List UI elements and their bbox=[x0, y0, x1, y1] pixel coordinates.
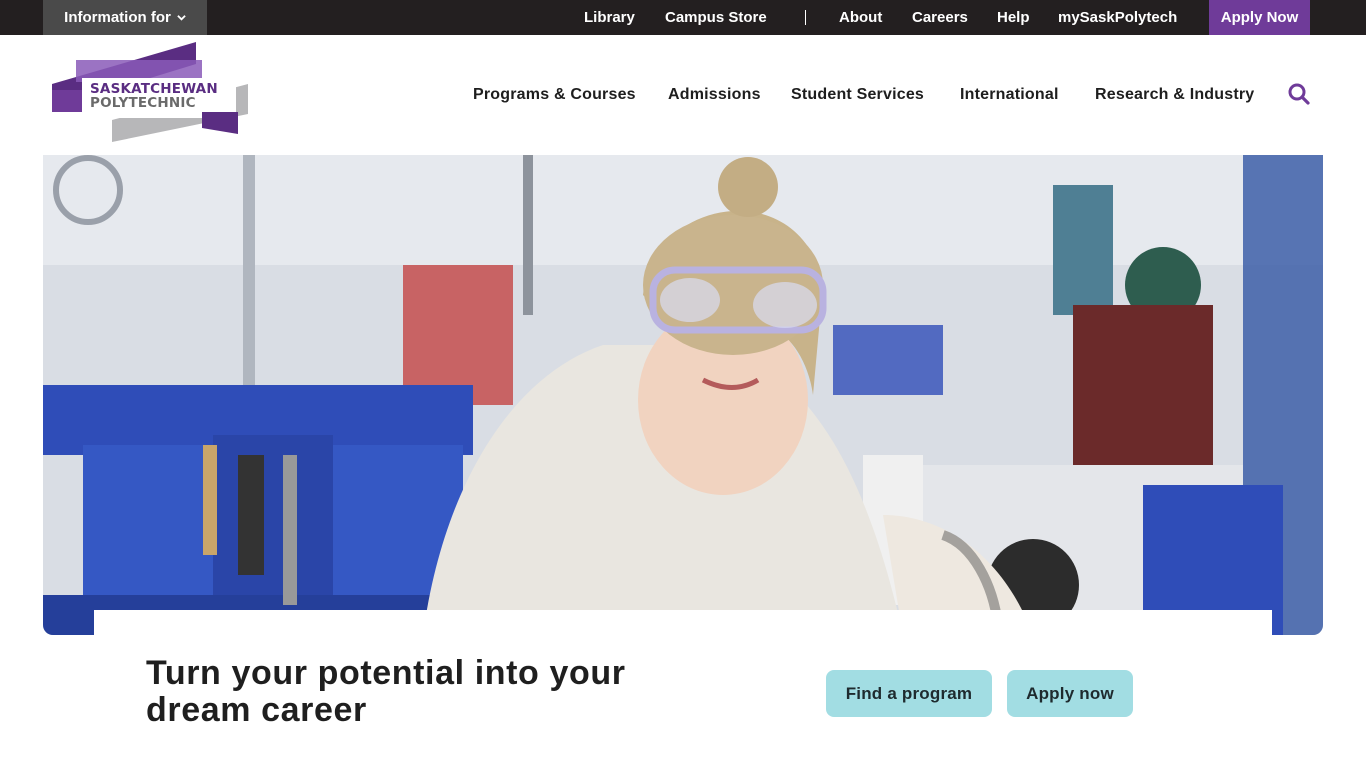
nav-admissions[interactable]: Admissions bbox=[668, 86, 761, 104]
nav-research-industry[interactable]: Research & Industry bbox=[1095, 86, 1254, 104]
careers-link[interactable]: Careers bbox=[912, 9, 968, 26]
mysaskpolytech-link[interactable]: mySaskPolytech bbox=[1058, 9, 1177, 26]
information-for-label: Information for bbox=[64, 9, 171, 26]
hero-headline: Turn your potential into your dream care… bbox=[146, 654, 626, 729]
nav-international[interactable]: International bbox=[960, 86, 1059, 104]
about-link[interactable]: About bbox=[839, 9, 882, 26]
nav-programs-courses[interactable]: Programs & Courses bbox=[473, 86, 636, 104]
main-navigation: Programs & Courses Admissions Student Se… bbox=[0, 86, 1366, 108]
apply-now-button[interactable]: Apply now bbox=[1007, 670, 1133, 717]
hero-image bbox=[43, 155, 1323, 635]
library-link[interactable]: Library bbox=[584, 9, 635, 26]
find-a-program-button[interactable]: Find a program bbox=[826, 670, 992, 717]
hero-photo-illustration bbox=[43, 155, 1323, 635]
help-link[interactable]: Help bbox=[997, 9, 1030, 26]
information-for-dropdown[interactable]: Information for bbox=[43, 0, 207, 35]
campus-store-link[interactable]: Campus Store bbox=[665, 9, 767, 26]
apply-now-top-button[interactable]: Apply Now bbox=[1209, 0, 1310, 35]
search-icon[interactable] bbox=[1287, 82, 1311, 106]
nav-student-services[interactable]: Student Services bbox=[791, 86, 924, 104]
utility-divider bbox=[805, 10, 806, 25]
utility-bar: Information for Library Campus Store Abo… bbox=[0, 0, 1366, 35]
chevron-down-icon bbox=[177, 15, 186, 21]
